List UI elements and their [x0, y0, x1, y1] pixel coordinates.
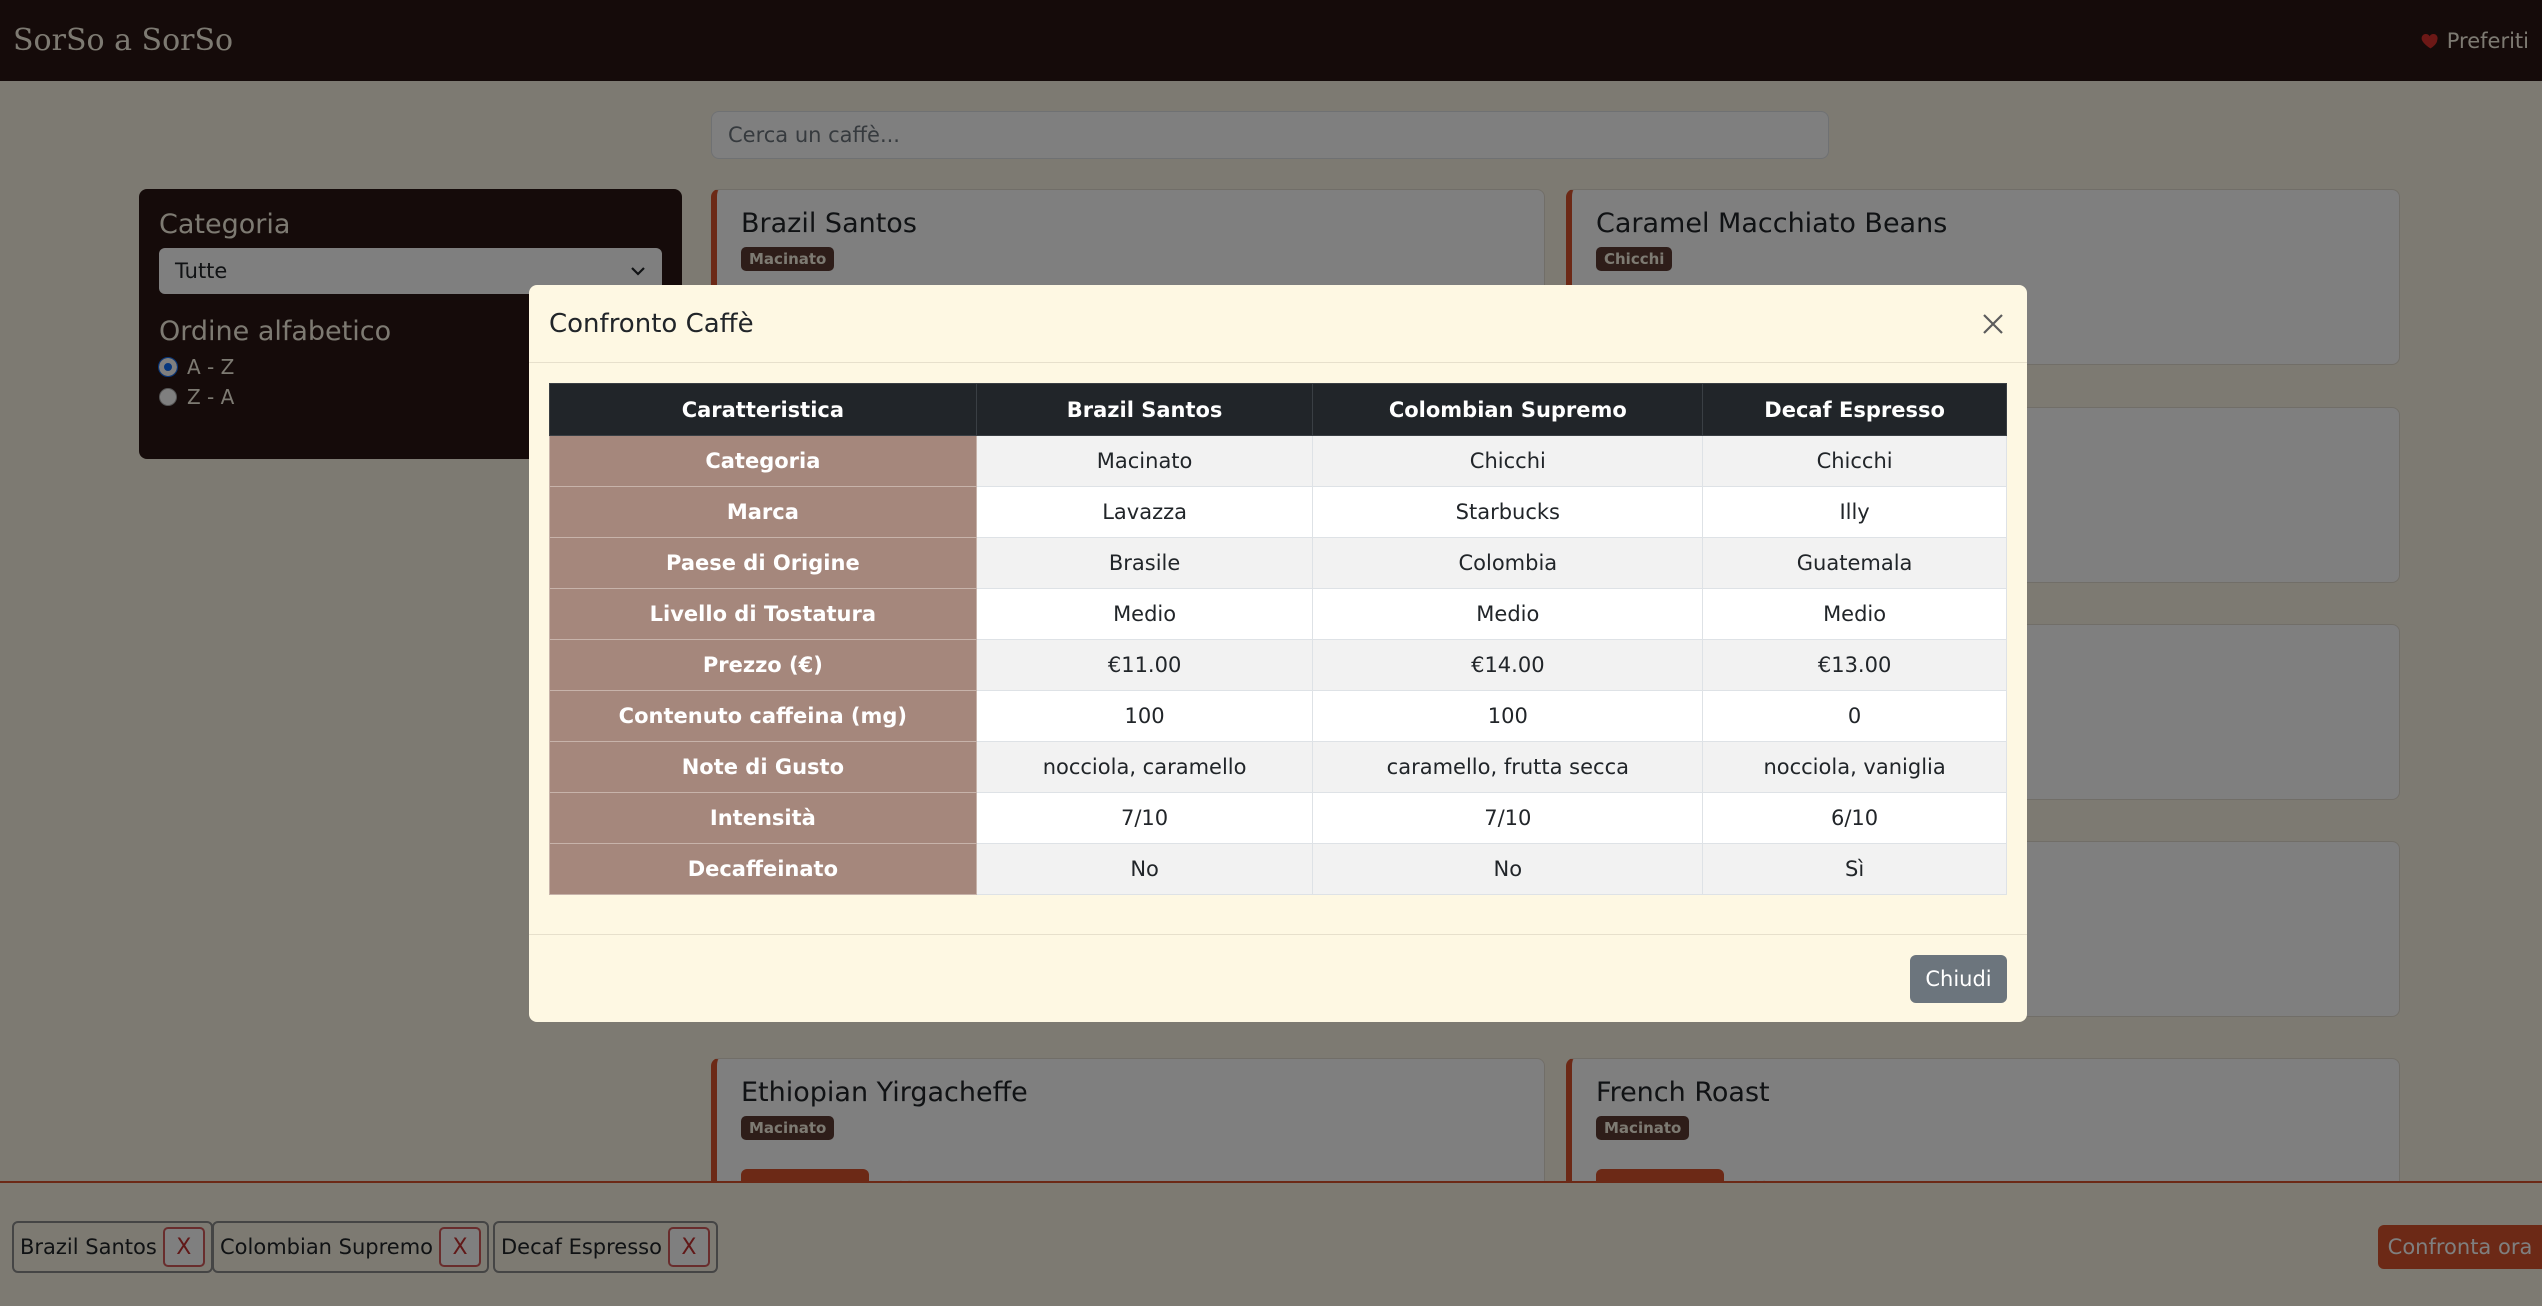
column-header: Caratteristica: [549, 383, 977, 436]
table-cell: 100: [975, 690, 1314, 742]
modal-footer: Chiudi: [529, 934, 2027, 1022]
table-cell: €13.00: [1702, 639, 2007, 691]
table-row: Note di Gusto nocciola, caramello carame…: [549, 741, 2007, 793]
table-cell: Illy: [1702, 486, 2007, 538]
table-cell: Medio: [975, 588, 1314, 640]
table-cell: Chicchi: [1312, 435, 1704, 487]
table-row: Contenuto caffeina (mg) 100 100 0: [549, 690, 2007, 742]
modal-title: Confronto Caffè: [549, 308, 754, 339]
table-cell: 6/10: [1702, 792, 2007, 844]
table-cell: €11.00: [975, 639, 1314, 691]
table-cell: Brasile: [975, 537, 1314, 589]
table-row: Prezzo (€) €11.00 €14.00 €13.00: [549, 639, 2007, 691]
row-label: Intensità: [549, 792, 977, 844]
table-header-row: Caratteristica Brazil Santos Colombian S…: [549, 383, 2007, 436]
row-label: Livello di Tostatura: [549, 588, 977, 640]
table-row: Livello di Tostatura Medio Medio Medio: [549, 588, 2007, 640]
table-row: Marca Lavazza Starbucks Illy: [549, 486, 2007, 538]
close-icon[interactable]: [1979, 310, 2007, 338]
table-cell: Chicchi: [1702, 435, 2007, 487]
table-cell: Sì: [1702, 843, 2007, 895]
table-cell: Starbucks: [1312, 486, 1704, 538]
row-label: Marca: [549, 486, 977, 538]
row-label: Categoria: [549, 435, 977, 487]
column-header: Colombian Supremo: [1312, 383, 1704, 436]
close-button[interactable]: Chiudi: [1910, 955, 2007, 1003]
table-cell: 100: [1312, 690, 1704, 742]
table-cell: Macinato: [975, 435, 1314, 487]
table-cell: Lavazza: [975, 486, 1314, 538]
row-label: Paese di Origine: [549, 537, 977, 589]
row-label: Note di Gusto: [549, 741, 977, 793]
modal-header: Confronto Caffè: [529, 285, 2027, 363]
comparison-table: Caratteristica Brazil Santos Colombian S…: [549, 383, 2007, 895]
row-label: Prezzo (€): [549, 639, 977, 691]
table-cell: 7/10: [975, 792, 1314, 844]
table-cell: Medio: [1312, 588, 1704, 640]
column-header: Decaf Espresso: [1702, 383, 2007, 436]
table-cell: nocciola, caramello: [975, 741, 1314, 793]
table-cell: Colombia: [1312, 537, 1704, 589]
table-cell: 7/10: [1312, 792, 1704, 844]
table-cell: Guatemala: [1702, 537, 2007, 589]
table-cell: No: [975, 843, 1314, 895]
table-cell: No: [1312, 843, 1704, 895]
row-label: Decaffeinato: [549, 843, 977, 895]
row-label: Contenuto caffeina (mg): [549, 690, 977, 742]
table-row: Intensità 7/10 7/10 6/10: [549, 792, 2007, 844]
column-header: Brazil Santos: [975, 383, 1314, 436]
table-cell: Medio: [1702, 588, 2007, 640]
table-row: Paese di Origine Brasile Colombia Guatem…: [549, 537, 2007, 589]
compare-modal: Confronto Caffè Caratteristica Brazil Sa…: [529, 285, 2027, 1022]
table-cell: caramello, frutta secca: [1312, 741, 1704, 793]
table-cell: 0: [1702, 690, 2007, 742]
table-cell: nocciola, vaniglia: [1702, 741, 2007, 793]
modal-body: Caratteristica Brazil Santos Colombian S…: [529, 363, 2027, 915]
table-row: Decaffeinato No No Sì: [549, 843, 2007, 895]
table-row: Categoria Macinato Chicchi Chicchi: [549, 435, 2007, 487]
table-cell: €14.00: [1312, 639, 1704, 691]
